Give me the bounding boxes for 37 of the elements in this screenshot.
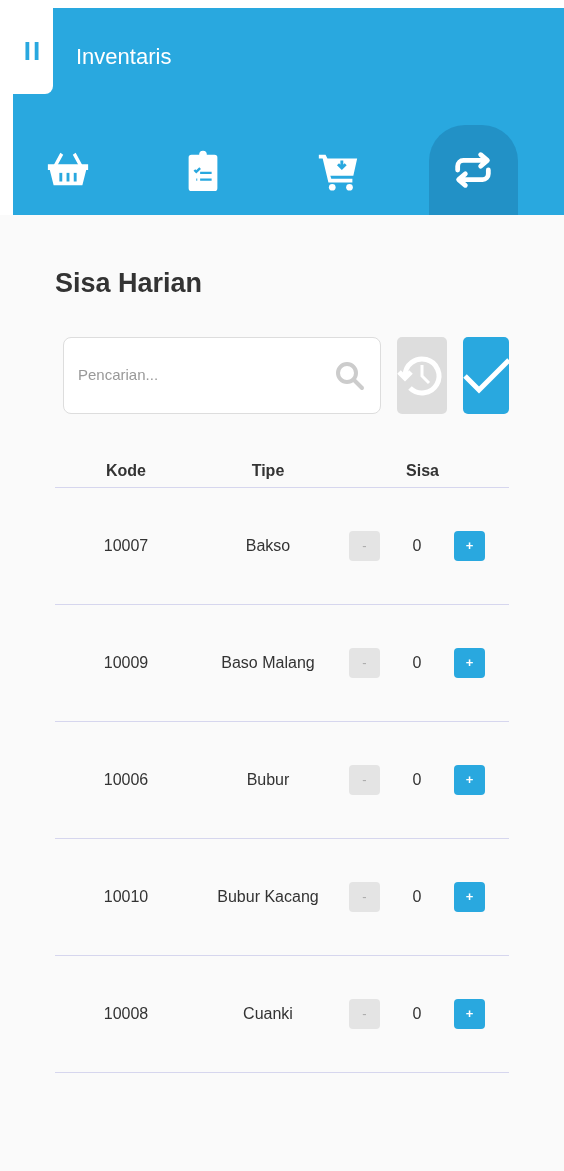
decrement-button[interactable]: -	[349, 765, 380, 795]
increment-button[interactable]: +	[454, 765, 485, 795]
confirm-button[interactable]	[463, 337, 509, 414]
menu-button[interactable]: II	[13, 8, 53, 94]
quantity-value: 0	[411, 770, 423, 790]
table-cell-text: 10007	[102, 536, 150, 556]
table-cell-text: Bakso	[244, 536, 292, 556]
table-cell-text: 10010	[102, 887, 150, 907]
quantity-value: 0	[411, 1004, 423, 1024]
table-cell-text: Bubur Kacang	[216, 887, 320, 907]
table-cell-text: Bubur	[245, 770, 291, 790]
decrement-button[interactable]: -	[349, 648, 380, 678]
app-title: Inventaris	[76, 43, 172, 71]
increment-button[interactable]: +	[454, 999, 485, 1029]
column-header: Tipe	[250, 460, 286, 481]
quantity-value: 0	[411, 536, 423, 556]
quantity-value: 0	[411, 887, 423, 907]
column-header: Sisa	[405, 460, 440, 481]
search-icon	[334, 359, 366, 392]
decrement-button[interactable]: -	[349, 882, 380, 912]
table-cell-text: Baso Malang	[220, 653, 316, 673]
table-cell-text: 10008	[102, 1004, 150, 1024]
decrement-button[interactable]: -	[349, 999, 380, 1029]
decrement-button[interactable]: -	[349, 531, 380, 561]
increment-button[interactable]: +	[454, 648, 485, 678]
nav-tab[interactable]	[428, 125, 518, 215]
increment-button[interactable]: +	[454, 882, 485, 912]
page-title: Sisa Harian	[55, 267, 204, 300]
table-cell-text: 10006	[102, 770, 150, 790]
search-field[interactable]: Pencarian...	[78, 364, 334, 387]
column-header: Kode	[105, 460, 147, 481]
table-cell-text: Cuanki	[242, 1004, 294, 1024]
checkmark-icon	[463, 355, 509, 396]
increment-button[interactable]: +	[454, 531, 485, 561]
table-cell-text: 10009	[102, 653, 150, 673]
history-button[interactable]	[397, 337, 447, 414]
quantity-value: 0	[411, 653, 423, 673]
